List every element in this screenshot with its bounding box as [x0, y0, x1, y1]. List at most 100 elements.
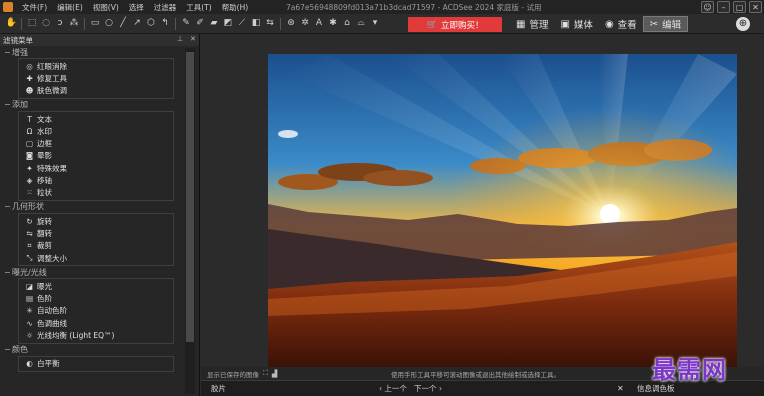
magic-wand-icon[interactable]: ⁂ — [69, 18, 80, 29]
menu-help[interactable]: 帮助(H) — [217, 2, 254, 13]
lasso-tool-icon[interactable]: ◌ — [41, 18, 52, 29]
filter-item[interactable]: ◎ 红眼消除 — [25, 60, 173, 72]
group-items: ↻ 旋转 ⇋ 翻转 ⌗ 裁剪 ⤡ 调整大小 — [18, 212, 174, 267]
scrollbar-thumb[interactable] — [186, 52, 194, 342]
menu-tools[interactable]: 工具(T) — [181, 2, 216, 13]
filter-item[interactable]: ⁙ 粒状 — [25, 187, 173, 199]
minimize-button[interactable]: – — [717, 1, 730, 13]
text-tool-icon[interactable]: A — [314, 18, 325, 29]
menu-bar: 文件(F) 编辑(E) 视图(V) 选择 过滤器 工具(T) 帮助(H) — [17, 2, 253, 13]
filter-item[interactable]: ◐ 白平衡 — [25, 358, 173, 370]
group-title: 颜色 — [12, 345, 28, 355]
filter-item[interactable]: ◙ 晕影 — [25, 150, 173, 162]
next-button[interactable]: 下一个 — [414, 384, 437, 393]
group-title: 曝光/光线 — [12, 267, 47, 277]
menu-filter[interactable]: 过滤器 — [149, 2, 182, 13]
path-tool-icon[interactable]: ↰ — [160, 18, 171, 29]
filter-item[interactable]: ◪ 曝光 — [25, 280, 173, 292]
mode-manage[interactable]: ▦ 管理 — [510, 16, 554, 32]
filter-item[interactable]: ◈ 移轴 — [25, 174, 173, 186]
panel-scrollbar[interactable] — [185, 48, 195, 394]
brush-tool-icon[interactable]: ✎ — [181, 18, 192, 29]
histogram-icon[interactable]: ▟ — [272, 370, 277, 378]
filter-item[interactable]: ↻ 旋转 — [25, 215, 173, 227]
effects-icon: ✦ — [26, 163, 33, 173]
group-header[interactable]: − 几何形状 — [4, 201, 174, 213]
filter-item[interactable]: ∿ 色调曲线 — [25, 317, 173, 329]
group-header[interactable]: − 添加 — [4, 99, 174, 111]
mode-edit[interactable]: ✂ 编辑 — [642, 16, 689, 32]
filter-item[interactable]: ⇋ 翻转 — [25, 227, 173, 239]
clone-tool-icon[interactable]: ⊛ — [286, 18, 297, 29]
eraser-tool-icon[interactable]: ▰ — [209, 18, 220, 29]
menu-file[interactable]: 文件(F) — [17, 2, 52, 13]
marquee-tool-icon[interactable]: ⬚ — [27, 18, 38, 29]
polygon-tool-icon[interactable]: ⬡ — [146, 18, 157, 29]
mode-label: 媒体 — [573, 20, 593, 31]
menu-select[interactable]: 选择 — [124, 2, 149, 13]
arrow-tool-icon[interactable]: ↗ — [132, 18, 143, 29]
dropdown-chevron-icon[interactable]: ▾ — [370, 18, 381, 29]
line-tool-icon[interactable]: ╱ — [118, 18, 129, 29]
eye-icon: ◉ — [604, 18, 614, 30]
image-nav: ‹ 上一个 下一个 › — [379, 383, 442, 394]
fit-screen-icon[interactable]: ⛶ — [263, 369, 268, 378]
filter-item[interactable]: ☻ 肤色微调 — [25, 85, 173, 97]
buy-now-button[interactable]: 🛒 立即购买！ — [408, 17, 502, 32]
group-header[interactable]: − 颜色 — [4, 344, 174, 356]
prev-chevron-icon[interactable]: ‹ — [379, 384, 382, 393]
mode-switcher: ▦ 管理 ▣ 媒体 ◉ 查看 ✂ 编辑 — [510, 16, 689, 32]
resize-icon: ⤡ — [26, 253, 33, 262]
acdsee-logo-icon[interactable] — [3, 2, 13, 12]
status-message: 使用手形工具平移可滚动图像或退出其他绘制或选择工具。 — [391, 370, 560, 379]
filter-item[interactable]: ✚ 修复工具 — [25, 72, 173, 84]
filmstrip-tab[interactable]: 胶片 — [211, 383, 226, 394]
star-tool-icon[interactable]: ✱ — [328, 18, 339, 29]
filter-item[interactable]: ⤡ 调整大小 — [25, 252, 173, 264]
filter-item[interactable]: Ω 水印 — [25, 125, 173, 137]
ellipse-tool-icon[interactable]: ○ — [104, 18, 115, 29]
pin-icon[interactable]: ⊥ — [177, 35, 183, 43]
group-header[interactable]: − 曝光/光线 — [4, 266, 174, 278]
flip-icon: ⇋ — [26, 228, 33, 238]
filter-item[interactable]: T 文本 — [25, 113, 173, 125]
settings-tool-icon[interactable]: ✲ — [300, 18, 311, 29]
edit-tools: ✋ ⬚ ◌ ↄ ⁂ ▭ ○ ╱ ↗ ⬡ ↰ ✎ ✐ ▰ ◩ ⟋ ◧ ⇆ ⊛ ✲ … — [4, 17, 382, 30]
filter-item[interactable]: ✦ 特殊效果 — [25, 162, 173, 174]
sunset-photo[interactable] — [268, 54, 737, 367]
panel-close-icon[interactable]: ✕ — [190, 35, 196, 43]
next-chevron-icon[interactable]: › — [439, 384, 442, 393]
group-header[interactable]: − 增强 — [4, 46, 174, 58]
filter-item[interactable]: ☼ 光线均衡 (Light EQ™) — [25, 329, 173, 341]
online-globe-icon[interactable]: ⊕ — [736, 17, 750, 31]
gradient-tool-icon[interactable]: ◩ — [223, 18, 234, 29]
filter-group-enhance: − 增强 ◎ 红眼消除 ✚ 修复工具 ☻ 肤色微调 — [4, 46, 174, 99]
filter-label: 旋转 — [37, 216, 52, 226]
filter-item[interactable]: ✳ 自动色阶 — [25, 305, 173, 317]
filter-item[interactable]: ⌗ 裁剪 — [25, 240, 173, 252]
filter-label: 水印 — [37, 126, 52, 136]
close-icon[interactable]: ✕ — [617, 384, 624, 393]
filter-item[interactable]: ▢ 边框 — [25, 137, 173, 149]
mode-media[interactable]: ▣ 媒体 — [554, 16, 598, 32]
maximize-button[interactable]: ▢ — [733, 1, 746, 13]
prev-button[interactable]: 上一个 — [384, 384, 407, 393]
mode-view[interactable]: ◉ 查看 — [599, 16, 643, 32]
eyedropper-icon[interactable]: ⟋ — [237, 18, 248, 29]
swap-colors-icon[interactable]: ⇆ — [265, 18, 276, 29]
vignette-icon: ◙ — [25, 151, 34, 161]
color-swatch-icon[interactable]: ◧ — [251, 18, 262, 29]
close-button[interactable]: ✕ — [749, 1, 762, 13]
account-icon[interactable]: ☺ — [701, 1, 714, 13]
toolbar-separator — [280, 17, 281, 30]
rectangle-tool-icon[interactable]: ▭ — [90, 18, 101, 29]
title-bar: 文件(F) 编辑(E) 视图(V) 选择 过滤器 工具(T) 帮助(H) 7a6… — [0, 0, 764, 14]
menu-view[interactable]: 视图(V) — [88, 2, 124, 13]
bucket-tool-icon[interactable]: ⌓ — [356, 18, 367, 29]
fill-tool-icon[interactable]: ⌂ — [342, 18, 353, 29]
pencil-tool-icon[interactable]: ✐ — [195, 18, 206, 29]
freehand-lasso-icon[interactable]: ↄ — [55, 18, 66, 29]
filter-item[interactable]: ▤ 色阶 — [25, 292, 173, 304]
menu-edit[interactable]: 编辑(E) — [52, 2, 88, 13]
hand-tool-icon[interactable]: ✋ — [6, 18, 17, 29]
